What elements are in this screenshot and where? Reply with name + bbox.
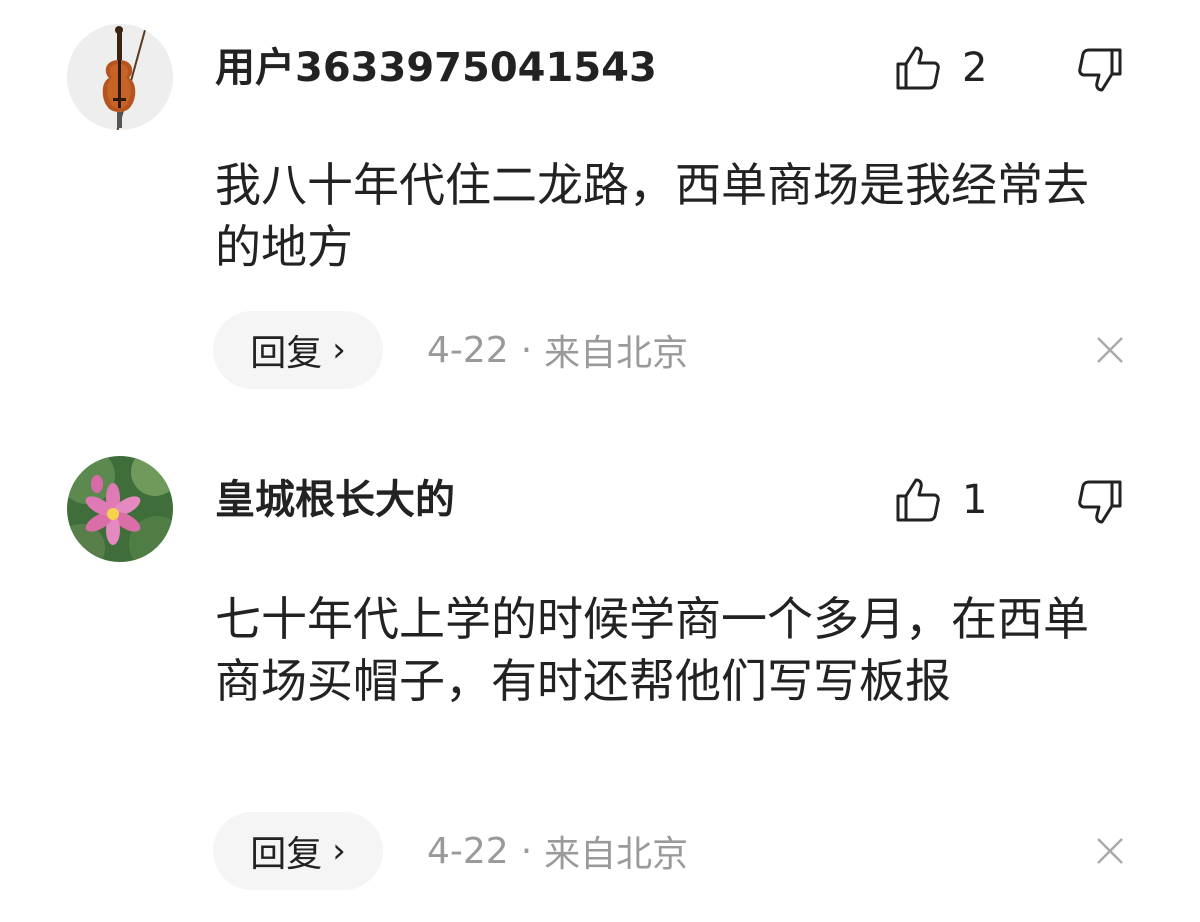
comment-text: 我八十年代住二龙路，西单商场是我经常去的地方 <box>215 158 1089 274</box>
comment-date: 4-22 <box>427 329 509 371</box>
username[interactable]: 皇城根长大的 <box>215 476 455 524</box>
meta-separator: · <box>520 830 533 872</box>
close-icon <box>1097 337 1123 363</box>
like-button[interactable]: 2 <box>892 40 987 96</box>
comment-text: 七十年代上学的时候学商一个多月，在西单商场买帽子，有时还帮他们写写板报 <box>215 592 1089 708</box>
dislike-button[interactable] <box>1074 474 1126 530</box>
like-count: 2 <box>962 45 988 91</box>
comment-location: 来自北京 <box>544 333 689 374</box>
like-count: 1 <box>962 477 988 523</box>
comment-date: 4-22 <box>427 830 509 872</box>
comment-location: 来自北京 <box>544 834 689 875</box>
comment-meta: 4-22 · 来自北京 <box>427 812 688 890</box>
avatar[interactable] <box>67 456 173 562</box>
lotus-flower-icon <box>67 456 173 562</box>
cello-icon <box>67 24 173 130</box>
meta-separator: · <box>520 329 533 371</box>
avatar[interactable] <box>67 24 173 130</box>
close-button[interactable] <box>1090 812 1130 890</box>
like-button[interactable]: 1 <box>892 472 987 528</box>
close-button[interactable] <box>1090 311 1130 389</box>
thumbs-up-icon <box>896 46 940 90</box>
thumbs-down-icon <box>1078 48 1122 92</box>
reply-button[interactable]: 回复 › <box>213 311 383 389</box>
chevron-right-icon: › <box>332 831 346 871</box>
dislike-button[interactable] <box>1074 42 1126 98</box>
thumbs-down-icon <box>1078 480 1122 524</box>
reply-button[interactable]: 回复 › <box>213 812 383 890</box>
chevron-right-icon: › <box>332 330 346 370</box>
thumbs-up-icon <box>896 478 940 522</box>
username[interactable]: 用户3633975041543 <box>215 44 657 92</box>
comment-meta: 4-22 · 来自北京 <box>427 311 688 389</box>
reply-label: 回复 <box>250 834 323 875</box>
close-icon <box>1097 838 1123 864</box>
reply-label: 回复 <box>250 333 323 374</box>
